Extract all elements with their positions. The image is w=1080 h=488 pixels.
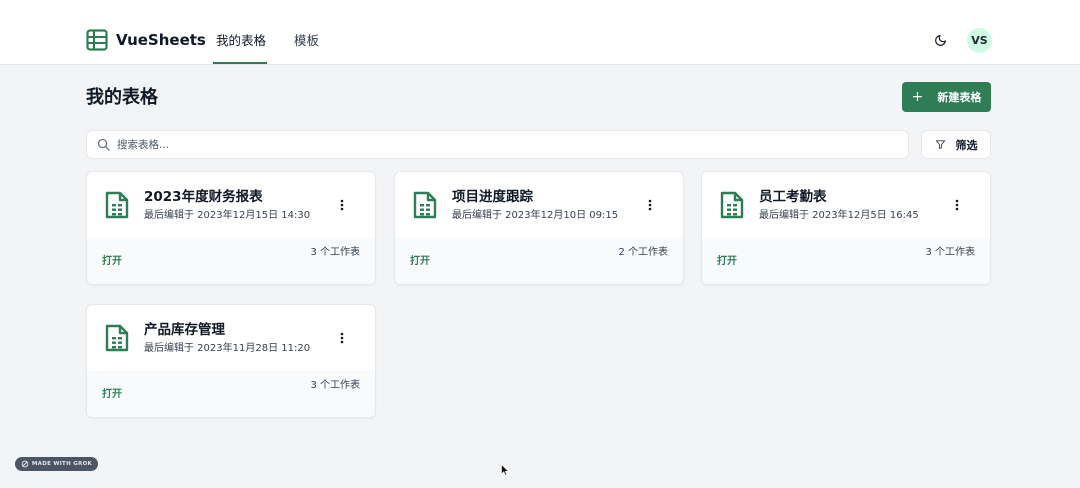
new-sheet-label: 新建表格 [937, 91, 982, 104]
more-vertical-icon [648, 199, 652, 211]
search-input[interactable] [117, 135, 897, 155]
new-sheet-button[interactable]: + 新建表格 [902, 82, 991, 112]
more-vertical-icon [340, 332, 344, 344]
sheet-count: 2 个工作表 [618, 247, 668, 258]
more-vertical-icon [955, 199, 959, 211]
mouse-cursor-icon [501, 464, 509, 476]
more-menu-button[interactable] [950, 196, 964, 214]
spreadsheet-file-icon [413, 191, 437, 219]
card-title[interactable]: 项目进度跟踪 [452, 188, 533, 206]
tab-templates[interactable]: 模板 [294, 32, 319, 50]
top-navbar: VueSheets 我的表格 模板 VS [0, 0, 1080, 65]
open-link[interactable]: 打开 [717, 255, 737, 269]
open-link[interactable]: 打开 [102, 388, 122, 402]
more-vertical-icon [340, 199, 344, 211]
page-title: 我的表格 [86, 87, 158, 108]
sheet-card[interactable]: 2023年度财务报表 最后编辑于 2023年12月15日 14:30 打开 3 … [86, 171, 376, 285]
made-with-badge[interactable]: MADE WITH GROK [15, 457, 98, 471]
sheet-count: 3 个工作表 [310, 380, 360, 391]
search-icon [97, 138, 110, 151]
more-menu-button[interactable] [643, 196, 657, 214]
grok-logo-icon [21, 460, 29, 468]
card-footer: 打开 3 个工作表 [87, 371, 375, 417]
card-header: 员工考勤表 最后编辑于 2023年12月5日 16:45 [702, 172, 990, 238]
made-with-label: MADE WITH GROK [31, 461, 93, 467]
sheet-count: 3 个工作表 [310, 247, 360, 258]
open-link[interactable]: 打开 [410, 255, 430, 269]
more-menu-button[interactable] [335, 196, 349, 214]
last-edited-text: 最后编辑于 2023年12月10日 09:15 [452, 210, 619, 221]
sheet-card[interactable]: 员工考勤表 最后编辑于 2023年12月5日 16:45 打开 3 个工作表 [701, 171, 991, 285]
theme-toggle-button[interactable] [930, 30, 950, 50]
spreadsheet-file-icon [105, 191, 129, 219]
last-edited-text: 最后编辑于 2023年12月5日 16:45 [759, 210, 919, 221]
card-footer: 打开 3 个工作表 [87, 238, 375, 284]
more-menu-button[interactable] [335, 329, 349, 347]
card-footer: 打开 2 个工作表 [395, 238, 683, 284]
plus-icon: + [911, 89, 924, 105]
filter-icon [935, 140, 945, 150]
card-header: 2023年度财务报表 最后编辑于 2023年12月15日 14:30 [87, 172, 375, 238]
open-link[interactable]: 打开 [102, 255, 122, 269]
card-header: 产品库存管理 最后编辑于 2023年11月28日 11:20 [87, 305, 375, 371]
card-footer: 打开 3 个工作表 [702, 238, 990, 284]
spreadsheet-file-icon [720, 191, 744, 219]
filter-label: 筛选 [955, 138, 978, 152]
spreadsheet-file-icon [105, 324, 129, 352]
tab-my-sheets[interactable]: 我的表格 [216, 32, 266, 50]
search-box [86, 130, 909, 159]
card-title[interactable]: 员工考勤表 [759, 188, 827, 206]
card-header: 项目进度跟踪 最后编辑于 2023年12月10日 09:15 [395, 172, 683, 238]
last-edited-text: 最后编辑于 2023年12月15日 14:30 [144, 210, 311, 221]
sheet-count: 3 个工作表 [925, 247, 975, 258]
moon-icon [934, 34, 946, 46]
spreadsheet-logo-icon[interactable] [86, 29, 108, 51]
last-edited-text: 最后编辑于 2023年11月28日 11:20 [144, 343, 311, 354]
card-title[interactable]: 2023年度财务报表 [144, 188, 263, 206]
active-tab-indicator [213, 62, 267, 64]
card-title[interactable]: 产品库存管理 [144, 321, 225, 339]
brand-name[interactable]: VueSheets [116, 30, 206, 50]
sheet-card[interactable]: 产品库存管理 最后编辑于 2023年11月28日 11:20 打开 3 个工作表 [86, 304, 376, 418]
filter-button[interactable]: 筛选 [921, 130, 991, 159]
sheet-card[interactable]: 项目进度跟踪 最后编辑于 2023年12月10日 09:15 打开 2 个工作表 [394, 171, 684, 285]
user-avatar[interactable]: VS [967, 28, 992, 53]
